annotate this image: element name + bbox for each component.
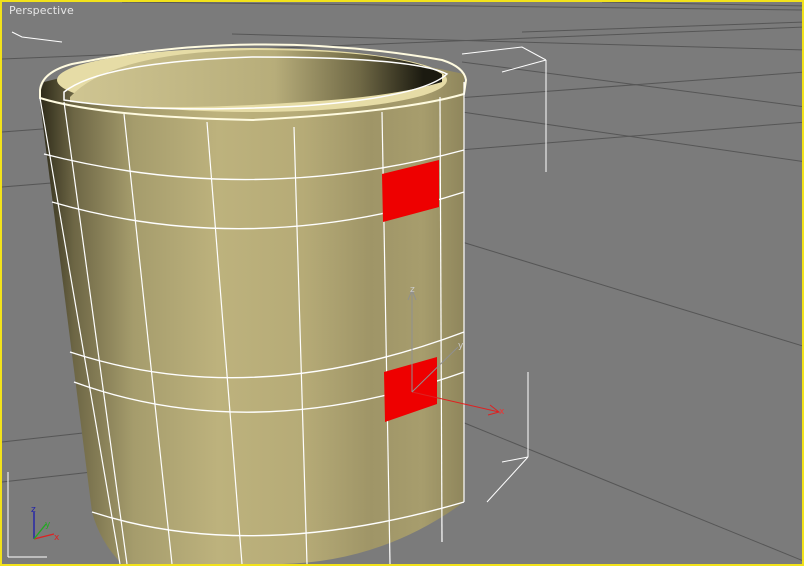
perspective-viewport[interactable]: z x y z y x Perspective bbox=[0, 0, 804, 566]
tripod-y-label: y bbox=[45, 520, 51, 530]
gizmo-x-label: x bbox=[499, 407, 505, 417]
axis-tripod-icon bbox=[33, 512, 55, 540]
tripod-z-label: z bbox=[31, 505, 36, 515]
gizmo-z-label: z bbox=[410, 285, 415, 295]
tripod-x-label: x bbox=[54, 533, 60, 543]
cylinder-mesh[interactable] bbox=[39, 43, 468, 564]
viewport-label[interactable]: Perspective bbox=[9, 4, 74, 17]
gizmo-y-label: y bbox=[458, 341, 464, 351]
viewport-scene[interactable]: z x y z y x bbox=[2, 2, 804, 566]
